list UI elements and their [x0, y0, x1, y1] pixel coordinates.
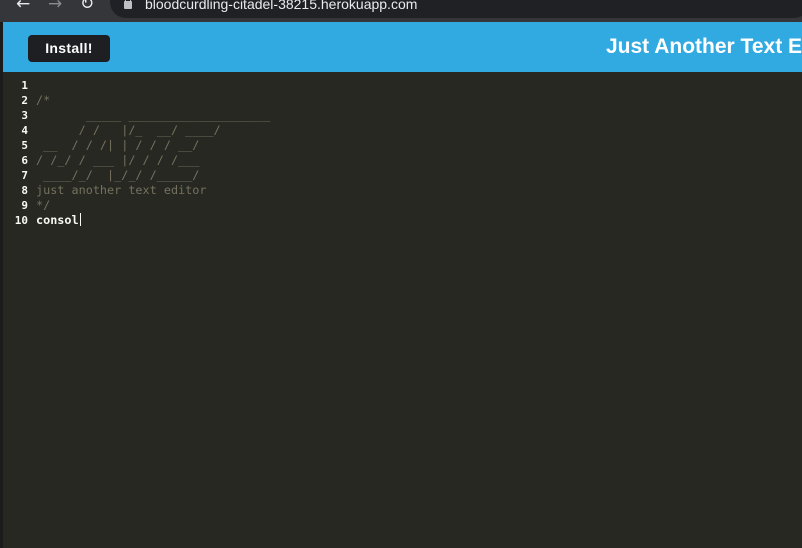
- app-navbar: Install! Just Another Text Editor: [3, 22, 802, 72]
- app-title: Just Another Text Editor: [606, 35, 802, 58]
- line-number: 10: [14, 214, 28, 227]
- code-line[interactable]: [36, 78, 796, 93]
- address-bar[interactable]: bloodcurdling-citadel-38215.herokuapp.co…: [110, 0, 802, 18]
- code-line[interactable]: /*: [36, 93, 796, 108]
- line-number: 5: [21, 139, 28, 152]
- line-number: 3: [21, 109, 28, 122]
- line-number: 1: [21, 79, 28, 92]
- code-line-current[interactable]: consol: [36, 213, 796, 228]
- browser-toolbar: ← → ↻ bloodcurdling-citadel-38215.heroku…: [0, 0, 802, 22]
- install-button[interactable]: Install!: [28, 35, 110, 62]
- current-line-text[interactable]: consol: [36, 213, 79, 227]
- back-arrow-icon[interactable]: ←: [16, 0, 30, 14]
- code-line[interactable]: */: [36, 198, 796, 213]
- line-number: 9: [21, 199, 28, 212]
- code-line[interactable]: just another text editor: [36, 183, 796, 198]
- forward-arrow-icon[interactable]: →: [48, 0, 62, 14]
- code-line[interactable]: __ / / /| | / / / __/: [36, 138, 796, 153]
- lock-icon[interactable]: [124, 0, 132, 9]
- line-number: 4: [21, 124, 28, 137]
- line-number-gutter: 1 2 3 4 5 6 7 8 9 10: [3, 78, 30, 228]
- code-line[interactable]: ____/_/ |_/_/ /_____/: [36, 168, 796, 183]
- code-line[interactable]: / /_/ / ___ |/ / / /___: [36, 153, 796, 168]
- line-number: 8: [21, 184, 28, 197]
- code-line[interactable]: _____ ____________________: [36, 108, 796, 123]
- text-cursor: [79, 213, 81, 226]
- code-editor[interactable]: 1 2 3 4 5 6 7 8 9 10 /* _____ __________…: [3, 72, 802, 548]
- reload-icon[interactable]: ↻: [80, 0, 94, 14]
- address-url[interactable]: bloodcurdling-citadel-38215.herokuapp.co…: [145, 0, 417, 13]
- code-line[interactable]: / / |/_ __/ ____/: [36, 123, 796, 138]
- code-content[interactable]: /* _____ ____________________ / / |/_ __…: [36, 78, 796, 228]
- line-number: 2: [21, 94, 28, 107]
- line-number: 7: [21, 169, 28, 182]
- line-number: 6: [21, 154, 28, 167]
